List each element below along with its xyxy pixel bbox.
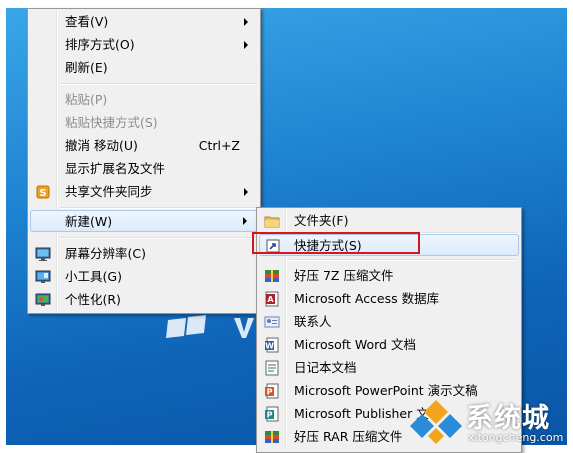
svg-text:A: A — [267, 295, 274, 304]
menu-item-label: 个性化(R) — [65, 292, 121, 307]
submenu-item-label: 联系人 — [294, 314, 332, 329]
menu-item-label: 屏幕分辨率(C) — [65, 246, 146, 261]
submenu-item-label: Microsoft Word 文档 — [294, 337, 416, 352]
submenu-arrow-icon — [243, 217, 247, 225]
folder-icon — [264, 216, 280, 228]
menu-item-screen-resolution[interactable]: 屏幕分辨率(C) — [30, 243, 258, 265]
svg-text:P: P — [267, 388, 273, 397]
submenu-item-journal[interactable]: 日记本文档 — [259, 357, 519, 379]
personalize-icon — [35, 293, 51, 306]
menu-separator — [60, 207, 256, 209]
menu-item-label: 查看(V) — [65, 14, 109, 29]
menu-item-label: 粘贴(P) — [65, 92, 108, 107]
submenu-item-label: 好压 RAR 压缩文件 — [294, 429, 403, 444]
menu-item-label: 显示扩展名及文件 — [65, 161, 166, 176]
gadgets-icon — [35, 270, 51, 283]
menu-separator — [60, 83, 256, 85]
submenu-arrow-icon — [244, 18, 248, 26]
svg-text:S: S — [39, 188, 46, 199]
menu-item-label: 排序方式(O) — [65, 37, 135, 52]
menu-item-paste[interactable]: 粘贴(P) — [30, 89, 258, 111]
access-icon: A — [265, 291, 279, 307]
archive-icon — [265, 431, 279, 443]
menu-item-shared-folder-sync[interactable]: S 共享文件夹同步 — [30, 181, 258, 203]
watermark: 系统城 xitongcheng.com — [408, 396, 570, 450]
menu-item-show-extensions[interactable]: 显示扩展名及文件 — [30, 158, 258, 180]
archive-icon — [265, 270, 279, 282]
monitor-icon — [35, 247, 51, 261]
menu-item-gadgets[interactable]: 小工具(G) — [30, 266, 258, 288]
menu-item-label: 小工具(G) — [65, 269, 122, 284]
journal-icon — [265, 360, 279, 376]
submenu-item-label: Microsoft Access 数据库 — [294, 291, 440, 306]
menu-item-label: 撤消 移动(U) — [65, 138, 138, 153]
submenu-arrow-icon — [244, 188, 248, 196]
menu-item-paste-shortcut[interactable]: 粘贴快捷方式(S) — [30, 112, 258, 134]
menu-separator — [289, 259, 517, 261]
menu-item-sort-by[interactable]: 排序方式(O) — [30, 34, 258, 56]
menu-separator — [60, 237, 256, 239]
desktop-context-menu: 查看(V) 排序方式(O) 刷新(E) 粘贴(P) 粘贴快捷方式(S) 撤消 移… — [27, 8, 261, 314]
watermark-title: 系统城 — [466, 403, 550, 434]
submenu-item-word-doc[interactable]: W Microsoft Word 文档 — [259, 334, 519, 356]
submenu-item-label: 日记本文档 — [294, 360, 357, 375]
submenu-item-label: 文件夹(F) — [294, 213, 349, 228]
svg-text:W: W — [265, 342, 274, 351]
submenu-item-label: 好压 7Z 压缩文件 — [294, 268, 394, 283]
menu-item-new[interactable]: 新建(W) — [30, 210, 258, 232]
menu-item-personalize[interactable]: 个性化(R) — [30, 289, 258, 311]
svg-text:P: P — [267, 411, 273, 420]
powerpoint-icon: P — [265, 383, 279, 399]
annotation-highlight-box — [252, 232, 420, 254]
submenu-item-contact[interactable]: 联系人 — [259, 311, 519, 333]
submenu-arrow-icon — [244, 41, 248, 49]
word-icon: W — [265, 337, 279, 353]
submenu-item-access-db[interactable]: A Microsoft Access 数据库 — [259, 288, 519, 310]
watermark-url: xitongcheng.com — [468, 431, 564, 444]
menu-item-refresh[interactable]: 刷新(E) — [30, 57, 258, 79]
sync-s-icon: S — [36, 185, 50, 199]
publisher-icon: P — [265, 406, 279, 422]
submenu-item-7z-archive[interactable]: 好压 7Z 压缩文件 — [259, 265, 519, 287]
menu-item-view[interactable]: 查看(V) — [30, 11, 258, 33]
contact-icon — [264, 316, 280, 328]
menu-item-undo-move[interactable]: 撤消 移动(U) Ctrl+Z — [30, 135, 258, 157]
menu-item-label: 新建(W) — [65, 214, 113, 229]
menu-item-label: 粘贴快捷方式(S) — [65, 115, 158, 130]
menu-item-shortcut: Ctrl+Z — [198, 138, 240, 153]
submenu-item-folder[interactable]: 文件夹(F) — [259, 210, 519, 232]
menu-item-label: 共享文件夹同步 — [65, 184, 153, 199]
menu-item-label: 刷新(E) — [65, 60, 108, 75]
watermark-logo-icon — [410, 400, 462, 444]
